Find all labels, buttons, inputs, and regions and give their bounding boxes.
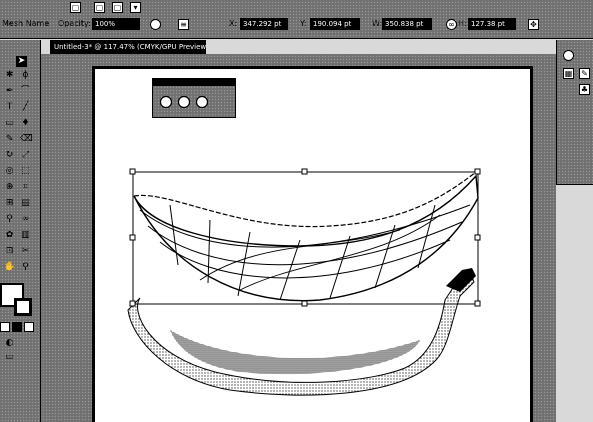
lower-banana-shading bbox=[170, 330, 420, 375]
handle-bottom-left[interactable] bbox=[129, 300, 136, 307]
handle-bottom-center[interactable] bbox=[301, 300, 308, 307]
handle-top-center[interactable] bbox=[301, 168, 308, 175]
banana-artwork bbox=[127, 168, 481, 396]
handle-bottom-right[interactable] bbox=[474, 300, 481, 307]
handle-top-left[interactable] bbox=[129, 168, 136, 175]
handle-top-right[interactable] bbox=[474, 168, 481, 175]
handle-middle-left[interactable] bbox=[129, 234, 136, 241]
handle-middle-right[interactable] bbox=[474, 234, 481, 241]
banana-stem[interactable] bbox=[446, 268, 476, 292]
